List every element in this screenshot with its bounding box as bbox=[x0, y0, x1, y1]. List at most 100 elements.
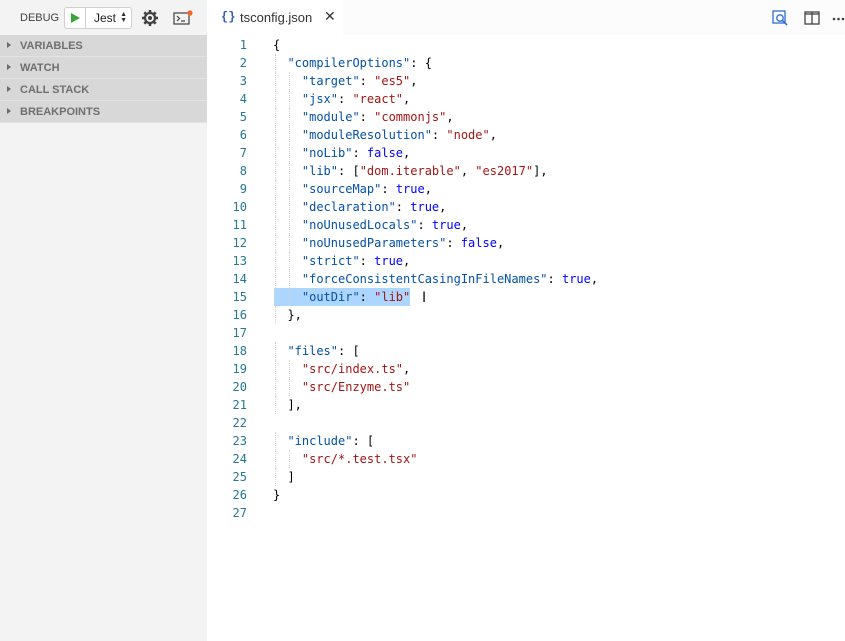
line-number: 13 bbox=[232, 254, 247, 268]
code-line[interactable]: 9 "sourceMap": true, bbox=[207, 180, 845, 198]
code-token: : bbox=[395, 200, 411, 214]
line-number: 1 bbox=[239, 38, 247, 52]
line-number: 8 bbox=[239, 164, 247, 178]
code-token: }, bbox=[287, 308, 302, 322]
code-token: : bbox=[446, 236, 461, 250]
code-token: , bbox=[460, 218, 469, 232]
code-text: "outDir": "lib" bbox=[302, 288, 410, 306]
code-token: , bbox=[403, 362, 411, 376]
code-token: , bbox=[439, 200, 447, 214]
indent-guide bbox=[275, 234, 276, 252]
code-line[interactable]: 25] bbox=[207, 468, 845, 486]
code-token: "module" bbox=[301, 110, 360, 124]
code-token: true bbox=[410, 200, 440, 214]
code-token: "commonjs" bbox=[374, 110, 447, 124]
launch-configuration-select[interactable]: Jest ▲ ▼ bbox=[85, 7, 132, 29]
code-line[interactable]: 2 "compilerOptions": { bbox=[207, 54, 845, 72]
start-debugging-button[interactable] bbox=[64, 7, 85, 29]
code-token: true bbox=[431, 218, 461, 232]
code-line[interactable]: 15 "outDir": "lib" I bbox=[207, 288, 845, 306]
code-text: "forceConsistentCasingInFileNames": true… bbox=[302, 270, 598, 288]
section-call-stack[interactable]: CALL STACK bbox=[0, 79, 207, 101]
code-token: } bbox=[273, 488, 281, 502]
code-line[interactable]: 18 "files": [ bbox=[207, 342, 845, 360]
code-line[interactable]: 3 "target": "es5", bbox=[207, 72, 845, 90]
code-line[interactable]: 13 "strict": true, bbox=[207, 252, 845, 270]
json-file-icon: {} bbox=[221, 10, 236, 24]
code-line[interactable]: 22 bbox=[207, 414, 845, 432]
code-line[interactable]: 11 "noUnusedLocals": true, bbox=[207, 216, 845, 234]
code-text: ] bbox=[287, 468, 294, 486]
code-token: ] bbox=[287, 470, 295, 484]
code-token: : [ bbox=[338, 164, 360, 178]
code-token: : bbox=[359, 74, 375, 88]
code-line[interactable]: 17 bbox=[207, 324, 845, 342]
text-cursor-icon: I bbox=[422, 290, 427, 306]
code-token: "forceConsistentCasingInFileNames" bbox=[301, 272, 548, 286]
indent-guide bbox=[275, 432, 276, 450]
indent-guide bbox=[275, 90, 276, 108]
code-line[interactable]: 6 "moduleResolution": "node", bbox=[207, 126, 845, 144]
indent-guide bbox=[275, 216, 276, 234]
section-watch[interactable]: WATCH bbox=[0, 57, 207, 79]
code-line[interactable]: 27 bbox=[207, 504, 845, 522]
indent-guide bbox=[289, 216, 291, 234]
code-line[interactable]: 21], bbox=[207, 396, 845, 414]
debug-console-icon[interactable] bbox=[173, 10, 193, 26]
indent-guide bbox=[275, 54, 276, 72]
code-token: "lib" bbox=[301, 164, 338, 178]
split-editor-icon[interactable] bbox=[803, 9, 821, 27]
line-number: 21 bbox=[232, 398, 247, 412]
code-line[interactable]: 26} bbox=[207, 486, 845, 504]
code-token: ], bbox=[287, 398, 302, 412]
gear-icon[interactable] bbox=[141, 9, 159, 27]
code-line[interactable]: 7 "noLib": false, bbox=[207, 144, 845, 162]
code-line[interactable]: 14 "forceConsistentCasingInFileNames": tr… bbox=[207, 270, 845, 288]
code-token: "src/index.ts" bbox=[301, 362, 404, 376]
code-text: "files": [ bbox=[287, 342, 359, 360]
close-icon[interactable]: ✕ bbox=[324, 9, 336, 25]
indent-guide bbox=[275, 378, 276, 396]
code-token: : bbox=[352, 146, 367, 160]
code-text: "jsx": "react", bbox=[302, 90, 410, 108]
code-line[interactable]: 5 "module": "commonjs", bbox=[207, 108, 845, 126]
code-text: "noUnusedParameters": false, bbox=[302, 234, 504, 252]
code-token: "strict" bbox=[301, 254, 360, 268]
code-token: "compilerOptions" bbox=[287, 56, 411, 70]
indent-guide bbox=[289, 72, 291, 90]
code-line[interactable]: 10 "declaration": true, bbox=[207, 198, 845, 216]
section-label: VARIABLES bbox=[20, 40, 83, 52]
code-line[interactable]: 23 "include": [ bbox=[207, 432, 845, 450]
code-line[interactable]: 19 "src/index.ts", bbox=[207, 360, 845, 378]
code-line[interactable]: 4 "jsx": "react", bbox=[207, 90, 845, 108]
indent-guide bbox=[275, 162, 276, 180]
indent-guide bbox=[275, 288, 276, 306]
more-actions-icon[interactable] bbox=[832, 9, 845, 27]
indent-guide bbox=[275, 252, 276, 270]
code-token: "declaration" bbox=[301, 200, 396, 214]
debug-panel-body bbox=[0, 123, 207, 641]
code-token: "outDir" bbox=[301, 290, 360, 304]
code-token: false bbox=[366, 146, 404, 160]
code-token: , bbox=[403, 92, 411, 106]
code-line[interactable]: 8 "lib": ["dom.iterable", "es2017"], bbox=[207, 162, 845, 180]
code-line[interactable]: 1{ bbox=[207, 36, 845, 54]
code-token: , bbox=[590, 272, 599, 286]
section-variables[interactable]: VARIABLES bbox=[0, 35, 207, 57]
code-text: "target": "es5", bbox=[302, 72, 418, 90]
tab-tsconfig-json[interactable]: {} tsconfig.json ✕ bbox=[207, 0, 343, 35]
code-token: "noUnusedParameters" bbox=[301, 236, 447, 250]
section-breakpoints[interactable]: BREAKPOINTS bbox=[0, 101, 207, 123]
open-preview-icon[interactable] bbox=[771, 9, 789, 27]
indent-guide bbox=[275, 468, 276, 486]
indent-guide bbox=[275, 180, 276, 198]
code-line[interactable]: 12 "noUnusedParameters": false, bbox=[207, 234, 845, 252]
code-editor[interactable]: 1{2 "compilerOptions": {3 "target": "es5",… bbox=[207, 35, 845, 641]
indent-guide bbox=[289, 378, 291, 396]
code-line[interactable]: 16}, bbox=[207, 306, 845, 324]
line-number: 4 bbox=[239, 92, 247, 106]
code-line[interactable]: 20 "src/Enzyme.ts" bbox=[207, 378, 845, 396]
code-line[interactable]: 24 "src/*.test.tsx" bbox=[207, 450, 845, 468]
code-token: , bbox=[403, 146, 411, 160]
indent-guide bbox=[289, 252, 291, 270]
